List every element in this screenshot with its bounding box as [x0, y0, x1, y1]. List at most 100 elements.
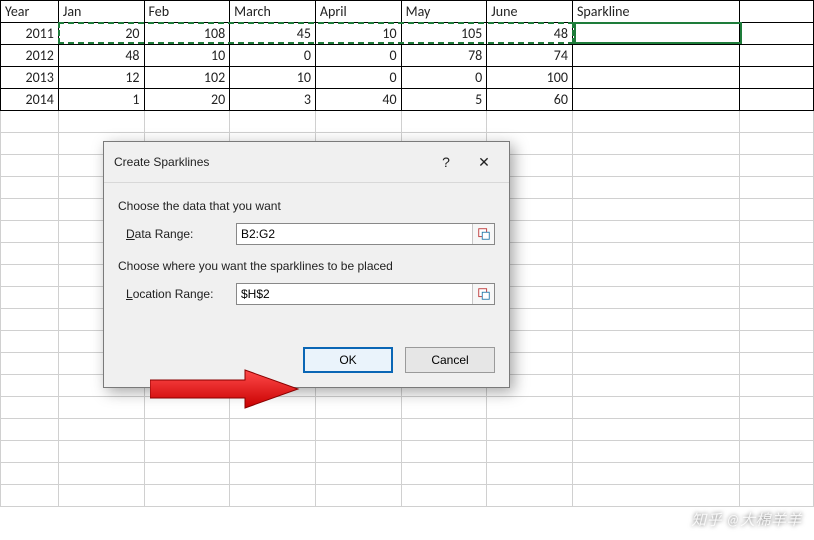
cell[interactable] [401, 397, 487, 419]
cell[interactable] [740, 353, 814, 375]
cell[interactable] [401, 111, 487, 133]
column-header[interactable]: Jan [58, 1, 144, 23]
column-header[interactable]: April [315, 1, 401, 23]
close-button[interactable]: ✕ [465, 150, 503, 174]
cell[interactable] [740, 199, 814, 221]
cell[interactable] [58, 419, 144, 441]
cell[interactable] [572, 309, 739, 331]
cell[interactable] [230, 441, 316, 463]
cell[interactable] [740, 419, 814, 441]
cell[interactable] [572, 111, 739, 133]
cell[interactable] [1, 375, 59, 397]
cell[interactable] [401, 485, 487, 507]
cell[interactable] [1, 287, 59, 309]
cell[interactable] [144, 485, 230, 507]
cell[interactable] [315, 485, 401, 507]
cell[interactable] [740, 375, 814, 397]
cell[interactable]: 2011 [1, 23, 59, 45]
cell[interactable] [572, 375, 739, 397]
cell[interactable]: 40 [315, 89, 401, 111]
cell[interactable]: 105 [401, 23, 487, 45]
cell[interactable]: 45 [230, 23, 316, 45]
cell[interactable]: 1 [58, 89, 144, 111]
cell[interactable] [740, 111, 814, 133]
cell[interactable]: 102 [144, 67, 230, 89]
cell[interactable] [1, 419, 59, 441]
cell[interactable] [1, 309, 59, 331]
cell[interactable] [315, 419, 401, 441]
cell[interactable] [1, 199, 59, 221]
cell[interactable] [58, 111, 144, 133]
dialog-titlebar[interactable]: Create Sparklines ? ✕ [104, 142, 509, 183]
cell[interactable]: 2014 [1, 89, 59, 111]
column-header[interactable]: May [401, 1, 487, 23]
cell[interactable] [572, 23, 739, 45]
cell[interactable] [230, 485, 316, 507]
cell[interactable] [572, 485, 739, 507]
cell[interactable] [401, 463, 487, 485]
cell[interactable]: 5 [401, 89, 487, 111]
cell[interactable] [740, 177, 814, 199]
cell[interactable] [230, 111, 316, 133]
cell[interactable] [740, 265, 814, 287]
cell[interactable] [572, 265, 739, 287]
cell[interactable] [1, 111, 59, 133]
cell[interactable] [58, 463, 144, 485]
cell[interactable] [1, 265, 59, 287]
cell[interactable]: 3 [230, 89, 316, 111]
cell[interactable]: 20 [58, 23, 144, 45]
cell[interactable] [572, 67, 739, 89]
cell[interactable] [740, 463, 814, 485]
cell[interactable]: 0 [401, 67, 487, 89]
cell[interactable]: 0 [230, 45, 316, 67]
cell[interactable] [230, 397, 316, 419]
cell[interactable] [572, 45, 739, 67]
cell[interactable] [572, 331, 739, 353]
cell[interactable] [144, 111, 230, 133]
cell[interactable] [572, 287, 739, 309]
collapse-dialog-button[interactable] [472, 224, 494, 244]
cell[interactable]: 2013 [1, 67, 59, 89]
cell[interactable]: 74 [487, 45, 573, 67]
cell[interactable] [740, 441, 814, 463]
column-header[interactable]: June [487, 1, 573, 23]
cell[interactable] [144, 397, 230, 419]
cell[interactable] [58, 485, 144, 507]
cell[interactable] [487, 485, 573, 507]
cell[interactable] [1, 485, 59, 507]
cell[interactable]: 108 [144, 23, 230, 45]
cell[interactable]: 2012 [1, 45, 59, 67]
cell[interactable] [1, 353, 59, 375]
cell[interactable] [572, 199, 739, 221]
cell[interactable] [144, 463, 230, 485]
cell[interactable] [315, 397, 401, 419]
cell[interactable] [572, 419, 739, 441]
cell[interactable]: 12 [58, 67, 144, 89]
cell[interactable]: 48 [58, 45, 144, 67]
cell[interactable] [1, 397, 59, 419]
cell[interactable] [740, 485, 814, 507]
cell[interactable] [487, 463, 573, 485]
cell[interactable]: 10 [144, 45, 230, 67]
cell[interactable] [230, 463, 316, 485]
location-range-input[interactable] [237, 284, 472, 304]
cell[interactable] [315, 111, 401, 133]
cell[interactable] [572, 89, 739, 111]
cell[interactable]: 100 [487, 67, 573, 89]
cell[interactable] [487, 441, 573, 463]
cell[interactable] [487, 111, 573, 133]
cell[interactable] [740, 243, 814, 265]
cell[interactable]: 0 [315, 67, 401, 89]
cell[interactable] [1, 331, 59, 353]
cell[interactable]: 10 [230, 67, 316, 89]
cell[interactable] [487, 397, 573, 419]
cell[interactable] [1, 155, 59, 177]
cell[interactable] [230, 419, 316, 441]
cell[interactable]: 20 [144, 89, 230, 111]
cell[interactable] [572, 221, 739, 243]
cell[interactable] [1, 133, 59, 155]
cell[interactable] [58, 397, 144, 419]
cell[interactable] [572, 441, 739, 463]
cell[interactable] [572, 353, 739, 375]
cell[interactable] [740, 309, 814, 331]
